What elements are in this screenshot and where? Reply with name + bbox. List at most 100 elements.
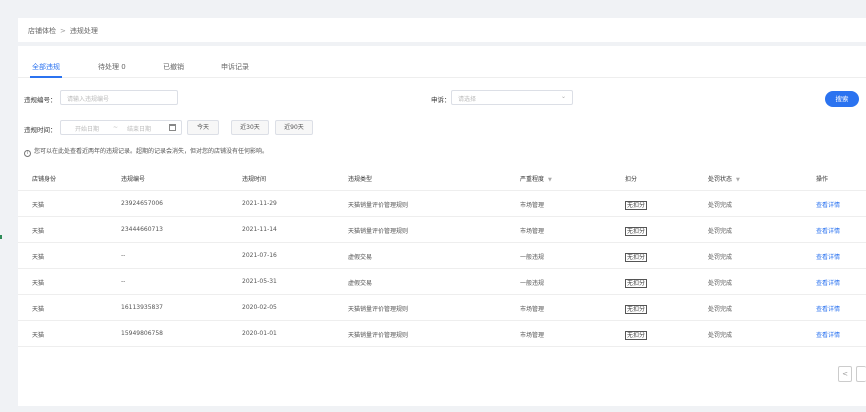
breadcrumb: 店铺体检 > 违规处理 (28, 26, 98, 36)
deduction-badge: 无扣分 (625, 253, 648, 262)
violation-no-label: 违规编号： (24, 96, 57, 104)
cell-violation-time: 2021-05-31 (242, 278, 277, 285)
cell-shop-identity: 天猫 (32, 280, 45, 287)
deduction-badge: 无扣分 (625, 279, 648, 288)
cell-penalty-status: 处罚完成 (708, 306, 733, 313)
quick-30-days-button[interactable]: 近30天 (231, 120, 269, 135)
cell-violation-no: 23924657006 (121, 200, 163, 207)
table-row: 天猫 15949806758 2020-01-01 天猫销量评价管理规则 市场管… (18, 321, 866, 347)
notice-text: i 您可以在此处查看近两年的违规记录。超期的记录会消失，但对您的店铺没有任何影响。 (24, 146, 268, 157)
header-actions: 操作 (816, 176, 829, 183)
header-violation-type: 违规类型 (348, 176, 373, 183)
cell-violation-no: 16113935837 (121, 304, 163, 311)
breadcrumb-bar: 店铺体检 > 违规处理 (18, 18, 866, 42)
violation-time-label: 违规时间： (24, 126, 57, 134)
cell-shop-identity: 天猫 (32, 306, 45, 313)
cell-shop-identity: 天猫 (32, 228, 45, 235)
cell-severity: 市场管理 (520, 228, 545, 235)
cell-penalty-status: 处罚完成 (708, 254, 733, 261)
cell-shop-identity: 天猫 (32, 254, 45, 261)
pager-page-button[interactable] (856, 366, 866, 382)
violation-no-placeholder: 请输入违规编号 (67, 96, 110, 103)
left-edge-marker (0, 235, 2, 239)
breadcrumb-root[interactable]: 店铺体检 (28, 27, 56, 35)
breadcrumb-separator: > (60, 27, 66, 35)
quick-90-days-button[interactable]: 近90天 (275, 120, 313, 135)
deduction-badge: 无扣分 (625, 305, 648, 314)
cell-violation-type: 天猫销量评价管理规则 (348, 332, 409, 339)
info-icon: i (24, 150, 31, 157)
cell-violation-time: 2020-01-01 (242, 330, 277, 337)
cell-violation-type: 天猫销量评价管理规则 (348, 306, 409, 313)
cell-penalty-status: 处罚完成 (708, 332, 733, 339)
header-penalty-status[interactable]: 处罚状态 ▼ (708, 174, 740, 183)
quick-today-button[interactable]: 今天 (187, 120, 219, 135)
view-details-link[interactable]: 查看详情 (816, 304, 840, 313)
cell-severity: 一般违规 (520, 254, 545, 261)
pager-prev-button[interactable]: < (838, 366, 852, 382)
cell-shop-identity: 天猫 (32, 332, 45, 339)
view-details-link[interactable]: 查看详情 (816, 252, 840, 261)
tab-all-violations[interactable]: 全部违规 (30, 62, 62, 78)
table-row: 天猫 23444660713 2021-11-14 天猫销量评价管理规则 市场管… (18, 217, 866, 243)
breadcrumb-current: 违规处理 (69, 27, 98, 35)
deduction-badge: 无扣分 (625, 227, 648, 236)
appeal-placeholder: 请选择 (458, 96, 477, 103)
violations-table: 店铺身份 违规编号 违规时间 违规类型 严重程度 ▼ 扣分 处罚状态 ▼ 操作 天猫… (18, 164, 866, 347)
start-date-placeholder: 开始日期 (75, 126, 100, 133)
chevron-down-icon: ⌄ (560, 93, 566, 100)
header-penalty-status-label: 处罚状态 (708, 176, 733, 183)
cell-violation-time: 2021-07-16 (242, 252, 277, 259)
header-deduction: 扣分 (625, 176, 638, 183)
table-header: 店铺身份 违规编号 违规时间 违规类型 严重程度 ▼ 扣分 处罚状态 ▼ 操作 (18, 164, 866, 191)
view-details-link[interactable]: 查看详情 (816, 226, 840, 235)
cell-severity: 市场管理 (520, 306, 545, 313)
view-details-link[interactable]: 查看详情 (816, 330, 840, 339)
notice-message: 您可以在此处查看近两年的违规记录。超期的记录会消失，但对您的店铺没有任何影响。 (34, 148, 269, 155)
view-details-link[interactable]: 查看详情 (816, 200, 840, 209)
filter-icon[interactable]: ▼ (736, 177, 740, 183)
view-details-link[interactable]: 查看详情 (816, 278, 840, 287)
cell-penalty-status: 处罚完成 (708, 280, 733, 287)
tab-bar: 全部违规 待处理 0 已撤销 申诉记录 (18, 56, 866, 78)
cell-violation-time: 2021-11-29 (242, 200, 277, 207)
cell-severity: 市场管理 (520, 202, 545, 209)
search-button[interactable]: 搜索 (825, 91, 859, 107)
header-shop-identity: 店铺身份 (32, 176, 57, 183)
header-severity-label: 严重程度 (520, 176, 545, 183)
table-row: 天猫 -- 2021-07-16 虚假交易 一般违规 无扣分 处罚完成 查看详情 (18, 243, 866, 269)
main-panel: 全部违规 待处理 0 已撤销 申诉记录 违规编号： 请输入违规编号 申诉： 请选… (18, 46, 866, 406)
cell-violation-no: -- (121, 252, 126, 259)
cell-severity: 市场管理 (520, 332, 545, 339)
cell-violation-type: 虚假交易 (348, 254, 373, 261)
range-separator: ~ (113, 124, 119, 131)
deduction-badge: 无扣分 (625, 331, 648, 340)
header-severity[interactable]: 严重程度 ▼ (520, 174, 552, 183)
cell-violation-time: 2021-11-14 (242, 226, 277, 233)
filter-icon[interactable]: ▼ (548, 177, 552, 183)
table-row: 天猫 23924657006 2021-11-29 天猫销量评价管理规则 市场管… (18, 191, 866, 217)
appeal-label: 申诉： (431, 96, 451, 104)
cell-violation-no: 23444660713 (121, 226, 163, 233)
cell-violation-no: -- (121, 278, 126, 285)
tab-appeal-records[interactable]: 申诉记录 (221, 62, 249, 72)
calendar-icon (169, 124, 176, 131)
tab-revoked[interactable]: 已撤销 (163, 62, 184, 72)
violation-no-input[interactable]: 请输入违规编号 (60, 90, 178, 105)
deduction-badge: 无扣分 (625, 201, 648, 210)
end-date-placeholder: 结束日期 (127, 126, 152, 133)
appeal-select[interactable]: 请选择 ⌄ (451, 90, 573, 105)
cell-violation-type: 虚假交易 (348, 280, 373, 287)
table-row: 天猫 -- 2021-05-31 虚假交易 一般违规 无扣分 处罚完成 查看详情 (18, 269, 866, 295)
cell-violation-type: 天猫销量评价管理规则 (348, 202, 409, 209)
cell-violation-time: 2020-02-05 (242, 304, 277, 311)
cell-penalty-status: 处罚完成 (708, 228, 733, 235)
header-violation-no: 违规编号 (121, 176, 146, 183)
cell-violation-no: 15949806758 (121, 330, 163, 337)
cell-shop-identity: 天猫 (32, 202, 45, 209)
cell-severity: 一般违规 (520, 280, 545, 287)
table-row: 天猫 16113935837 2020-02-05 天猫销量评价管理规则 市场管… (18, 295, 866, 321)
tab-pending[interactable]: 待处理 0 (98, 62, 126, 72)
date-range-picker[interactable]: 开始日期 ~ 结束日期 (60, 120, 182, 135)
cell-violation-type: 天猫销量评价管理规则 (348, 228, 409, 235)
